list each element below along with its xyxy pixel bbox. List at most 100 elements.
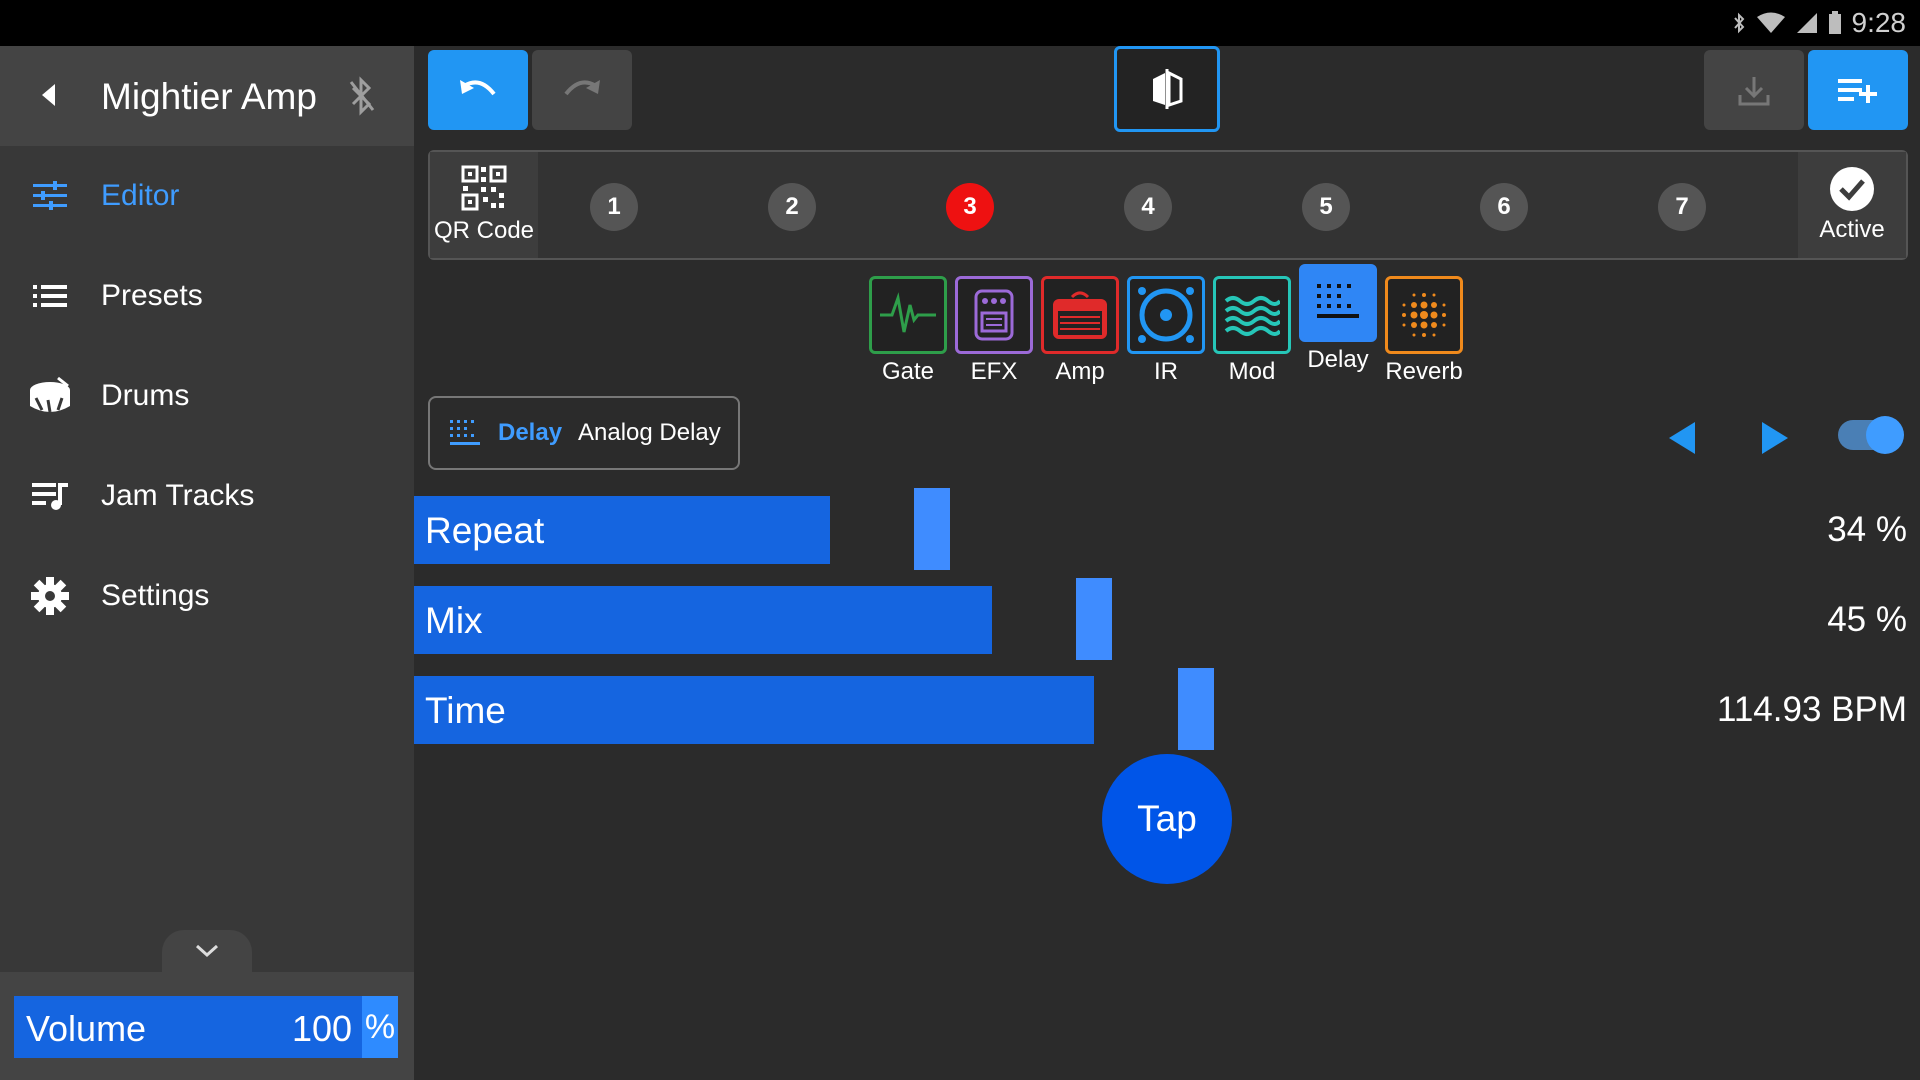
redo-button[interactable] — [532, 50, 632, 130]
volume-label: Volume — [26, 1008, 147, 1049]
active-button[interactable]: Active — [1798, 152, 1906, 258]
chain-block-label: Gate — [881, 358, 935, 385]
compare-icon — [1153, 69, 1183, 109]
sidebar-item-label: Presets — [101, 279, 203, 312]
chain-block-mod[interactable]: Mod — [1213, 276, 1291, 386]
sidebar-item-label: Jam Tracks — [101, 479, 255, 512]
battery-icon — [1828, 11, 1841, 34]
back-arrow-icon[interactable] — [42, 84, 55, 106]
chain-block-ir[interactable]: IR — [1127, 276, 1205, 386]
chain-block-label: Delay — [1307, 346, 1369, 373]
param-repeat: Repeat 34 % — [414, 488, 1920, 570]
collapse-toggle[interactable] — [162, 930, 252, 972]
param-label: Time — [425, 690, 506, 731]
amp-tile — [1041, 276, 1119, 354]
waveform-icon — [880, 292, 936, 333]
status-time: 9:28 — [1851, 7, 1907, 38]
param-value: 34 % — [1827, 510, 1907, 549]
playlist-add-icon — [1838, 79, 1877, 103]
sidebar-item-editor[interactable]: Editor — [0, 146, 414, 246]
compare-button[interactable] — [1114, 46, 1220, 132]
playlist-icon — [28, 474, 72, 518]
sidebar-item-settings[interactable]: Settings — [0, 546, 414, 646]
chain-block-efx[interactable]: EFX — [955, 276, 1033, 386]
sidebar-header: Mightier Amp — [0, 46, 414, 146]
chevron-down-icon — [195, 944, 219, 958]
previous-effect-icon[interactable] — [1669, 422, 1695, 454]
sidebar-item-presets[interactable]: Presets — [0, 246, 414, 346]
delay-icon — [450, 420, 480, 445]
chain-block-label: EFX — [970, 358, 1018, 385]
app-title: Mightier Amp — [101, 76, 317, 117]
preset-slot-4[interactable]: 4 — [1124, 183, 1172, 231]
import-button[interactable] — [1704, 50, 1804, 130]
sidebar-item-drums[interactable]: Drums — [0, 346, 414, 446]
add-to-playlist-button[interactable] — [1808, 50, 1908, 130]
wifi-icon — [1756, 12, 1785, 33]
status-bar: 9:28 — [0, 0, 1920, 46]
param-slider-fill[interactable] — [414, 586, 992, 654]
chain-block-amp[interactable]: Amp — [1041, 276, 1119, 386]
delay-tile — [1299, 264, 1377, 342]
param-slider-handle[interactable] — [914, 488, 950, 570]
speaker-icon — [1138, 287, 1194, 343]
reverb-tile — [1385, 276, 1463, 354]
check-circle-icon — [1830, 167, 1874, 211]
qr-code-icon — [461, 165, 507, 211]
preset-slot-strip: QR Code 1 2 3 4 5 6 7 Active — [428, 150, 1908, 260]
signal-icon — [1796, 13, 1817, 33]
chain-block-label: IR — [1154, 358, 1178, 385]
preset-slot-6[interactable]: 6 — [1480, 183, 1528, 231]
preset-slot-2[interactable]: 2 — [768, 183, 816, 231]
chain-block-delay[interactable]: Delay — [1299, 264, 1377, 374]
amplifier-icon — [1053, 291, 1107, 339]
reverb-dots-icon — [1402, 293, 1446, 337]
sidebar-item-label: Settings — [101, 579, 210, 612]
preset-slot-7[interactable]: 7 — [1658, 183, 1706, 231]
sidebar-item-label: Drums — [101, 379, 190, 412]
chain-block-reverb[interactable]: Reverb — [1385, 276, 1463, 386]
param-slider-handle[interactable] — [1178, 668, 1214, 750]
ir-tile — [1127, 276, 1205, 354]
qr-code-button[interactable]: QR Code — [430, 152, 538, 258]
next-effect-icon[interactable] — [1762, 422, 1788, 454]
sidebar-item-label: Editor — [101, 179, 180, 212]
chain-block-label: Reverb — [1385, 358, 1463, 385]
pedal-icon — [974, 289, 1014, 341]
sidebar: Mightier Amp Editor Presets Drums Jam Tr… — [0, 46, 414, 1080]
param-slider-fill[interactable] — [414, 676, 1094, 744]
effect-selector[interactable]: Delay Analog Delay — [428, 396, 740, 470]
sliders-icon — [28, 174, 72, 218]
active-label: Active — [1819, 216, 1885, 243]
effect-name: Analog Delay — [578, 419, 721, 446]
redo-icon — [564, 80, 600, 96]
param-value: 114.93 BPM — [1716, 690, 1907, 729]
delay-grid-icon — [1317, 284, 1359, 318]
undo-button[interactable] — [428, 50, 528, 130]
efx-tile — [955, 276, 1033, 354]
gear-icon — [28, 574, 72, 618]
wave-icon — [1224, 296, 1280, 336]
tap-tempo-button[interactable]: Tap — [1102, 754, 1232, 884]
effect-category: Delay — [498, 419, 563, 446]
toggle-knob[interactable] — [1866, 416, 1904, 454]
bluetooth-status-icon — [1733, 12, 1744, 34]
chain-block-label: Amp — [1055, 358, 1105, 385]
volume-control: Volume 100 % — [0, 972, 414, 1080]
sidebar-item-jam-tracks[interactable]: Jam Tracks — [0, 446, 414, 546]
status-icons: 9:28 — [1732, 6, 1907, 40]
chain-block-label: Mod — [1228, 358, 1276, 385]
preset-slot-1[interactable]: 1 — [590, 183, 638, 231]
mod-tile — [1213, 276, 1291, 354]
bluetooth-icon[interactable] — [347, 76, 377, 116]
param-value: 45 % — [1827, 600, 1907, 639]
preset-slot-3[interactable]: 3 — [946, 183, 994, 231]
chain-block-gate[interactable]: Gate — [869, 276, 947, 386]
undo-icon — [460, 80, 496, 96]
preset-slot-5[interactable]: 5 — [1302, 183, 1350, 231]
qr-code-label: QR Code — [433, 217, 535, 244]
param-slider-handle[interactable] — [1076, 578, 1112, 660]
param-time: Time 114.93 BPM — [414, 668, 1920, 750]
drum-icon — [28, 374, 72, 418]
editor-panel: QR Code 1 2 3 4 5 6 7 Active Gate EFX Am… — [414, 46, 1920, 1080]
